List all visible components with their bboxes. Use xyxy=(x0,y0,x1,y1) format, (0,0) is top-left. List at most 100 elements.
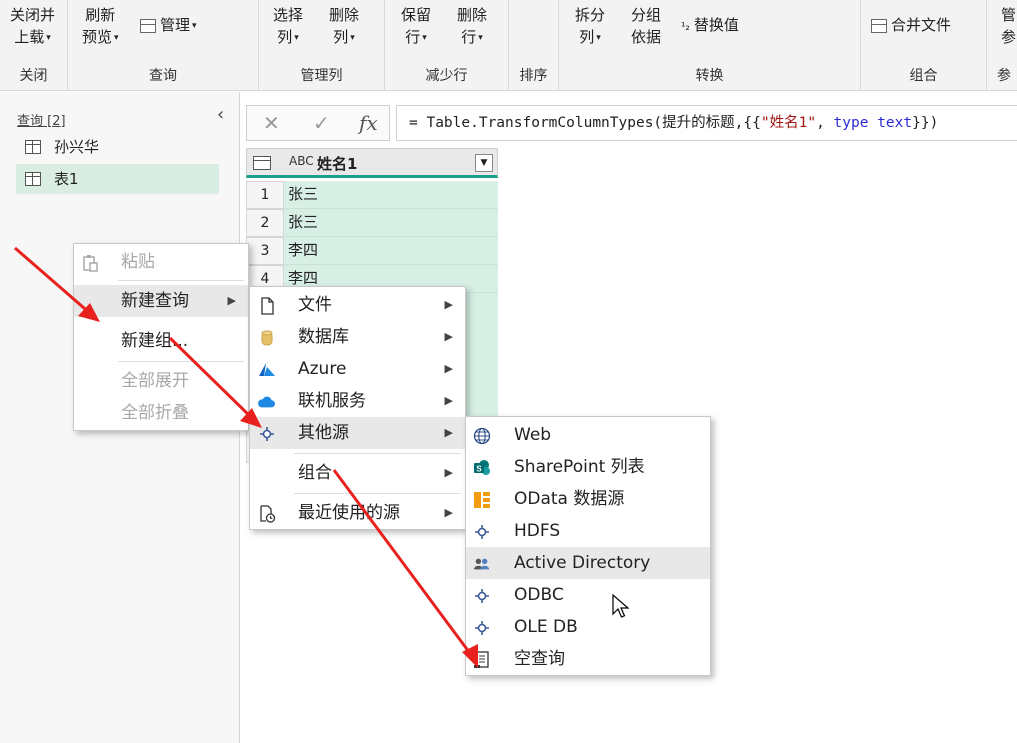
file-icon xyxy=(261,297,274,315)
refresh-preview-button[interactable]: 刷新 预览 ▾ xyxy=(82,4,119,49)
menu-item-label: 新建查询 xyxy=(121,291,189,311)
close-and-load-button[interactable]: 关闭并 上载 ▾ xyxy=(10,4,55,49)
collapse-pane-icon[interactable]: ‹ xyxy=(217,104,224,125)
group-by-button[interactable]: 分组 依据 xyxy=(631,4,661,48)
mouse-cursor-icon xyxy=(612,594,630,618)
manage-button[interactable]: 管理 ▾ xyxy=(140,14,197,37)
formula-prefix: = Table.TransformColumnTypes(提升的标题,{{ xyxy=(409,115,761,131)
keep-rows-button[interactable]: 保留 行 ▾ xyxy=(401,4,431,49)
chevron-down-icon: ▾ xyxy=(294,32,299,43)
confirm-icon[interactable]: ✓ xyxy=(313,111,330,135)
menu-item-oledb[interactable]: OLE DB xyxy=(466,611,710,643)
paste-icon xyxy=(83,255,98,272)
menu-item-expand-all[interactable]: 全部展开 xyxy=(74,365,248,397)
cancel-icon[interactable]: ✕ xyxy=(263,111,280,135)
menu-item-label: SharePoint 列表 xyxy=(514,457,645,477)
formula-bar: ✕ ✓ fx = Table.TransformColumnTypes(提升的标… xyxy=(246,105,1017,141)
menu-item-hdfs[interactable]: HDFS xyxy=(466,515,710,547)
formula-type: text xyxy=(877,115,913,131)
connector-icon xyxy=(475,589,489,603)
menu-item-paste[interactable]: 粘贴 xyxy=(74,246,248,278)
menu-item-active-directory[interactable]: Active Directory xyxy=(466,547,710,579)
manage-parameters-button[interactable]: 管 参 xyxy=(1001,4,1016,48)
menu-item-label: 粘贴 xyxy=(121,252,155,272)
remove-rows-button[interactable]: 删除 行 ▾ xyxy=(457,4,487,49)
cell-value[interactable]: 李四 xyxy=(284,237,498,265)
menu-item-label: OData 数据源 xyxy=(514,489,625,509)
menu-item-web[interactable]: Web xyxy=(466,419,710,451)
database-icon xyxy=(261,330,273,346)
filter-dropdown-icon[interactable]: ▼ xyxy=(475,154,493,172)
group-label-query: 查询 xyxy=(149,68,177,84)
menu-item-label: 数据库 xyxy=(298,327,349,347)
cell-value[interactable]: 张三 xyxy=(284,209,498,237)
remove-columns-button[interactable]: 删除 列 ▾ xyxy=(329,4,359,49)
formula-buttons: ✕ ✓ fx xyxy=(246,105,390,141)
split-column-button[interactable]: 拆分 列 ▾ xyxy=(575,4,605,49)
menu-separator xyxy=(118,280,244,281)
row-number: 3 xyxy=(246,237,284,265)
menu-item-combine[interactable]: 组合 ▶ xyxy=(250,457,465,489)
combine-files-icon xyxy=(871,18,887,33)
cell-value[interactable]: 张三 xyxy=(284,181,498,209)
formula-input[interactable]: = Table.TransformColumnTypes(提升的标题,{{"姓名… xyxy=(396,105,1017,141)
table-icon xyxy=(25,172,41,186)
refresh-line2: 预览 xyxy=(82,28,113,46)
menu-separator xyxy=(294,453,461,454)
close-load-line1: 关闭并 xyxy=(10,6,56,24)
remove-row-line1: 删除 xyxy=(457,6,488,24)
column-header[interactable]: ABC 姓名1 ▼ xyxy=(246,148,498,178)
ribbon: 关闭并 上载 ▾ 关闭 刷新 预览 ▾ 管理 ▾ 查询 选择 列 ▾ 删除 列 ▾ 管理列… xyxy=(0,0,1017,91)
ribbon-group-manage-columns: 选择 列 ▾ 删除 列 ▾ 管理列 xyxy=(259,0,385,91)
close-load-line2: 上载 xyxy=(14,28,45,46)
chevron-down-icon: ▾ xyxy=(596,32,601,43)
chevron-right-icon: ▶ xyxy=(444,298,453,311)
group-label-transform: 转换 xyxy=(695,68,724,84)
connector-icon xyxy=(475,621,489,635)
table-menu-icon[interactable] xyxy=(253,156,271,170)
choose-line2: 列 xyxy=(277,28,293,46)
ribbon-group-combine: 合并文件 组合 xyxy=(861,0,987,91)
menu-item-database[interactable]: 数据库 ▶ xyxy=(250,321,465,353)
choose-columns-button[interactable]: 选择 列 ▾ xyxy=(273,4,303,49)
menu-item-blank-query[interactable]: 空查询 xyxy=(466,643,710,675)
fx-icon[interactable]: fx xyxy=(359,111,378,135)
table-row: 2 张三 xyxy=(246,209,498,237)
azure-icon xyxy=(259,363,275,376)
row-number: 1 xyxy=(246,181,284,209)
keep-line2: 行 xyxy=(405,28,421,46)
menu-item-new-query[interactable]: 新建查询 ▶ xyxy=(74,285,248,317)
ribbon-group-reduce-rows: 保留 行 ▾ 删除 行 ▾ 减少行 xyxy=(385,0,509,91)
query-item-selected[interactable]: 表1 xyxy=(16,164,219,194)
split-line1: 拆分 xyxy=(575,6,606,24)
text-type-icon[interactable]: ABC xyxy=(289,154,314,168)
replace-values-button[interactable]: ¹₂ 替换值 xyxy=(681,14,739,38)
query-item-label: 表1 xyxy=(54,170,79,188)
menu-item-online-services[interactable]: 联机服务 ▶ xyxy=(250,385,465,417)
query-item[interactable]: 孙兴华 xyxy=(16,132,219,162)
queries-header[interactable]: 查询 [2] xyxy=(17,110,66,129)
menu-item-odata[interactable]: OData 数据源 xyxy=(466,483,710,515)
odata-icon xyxy=(474,492,490,508)
menu-item-label: 联机服务 xyxy=(298,391,366,411)
menu-item-label: Web xyxy=(514,425,552,445)
menu-item-recent-sources[interactable]: 最近使用的源 ▶ xyxy=(250,497,465,529)
chevron-right-icon: ▶ xyxy=(444,394,453,407)
chevron-down-icon: ▾ xyxy=(114,32,119,43)
menu-item-label: Active Directory xyxy=(514,553,651,573)
menu-item-label: 文件 xyxy=(298,295,332,315)
combine-files-button[interactable]: 合并文件 xyxy=(871,14,951,36)
menu-item-azure[interactable]: Azure ▶ xyxy=(250,353,465,385)
menu-item-odbc[interactable]: ODBC xyxy=(466,579,710,611)
ribbon-group-parameters: 管 参 参 xyxy=(987,0,1017,91)
menu-item-other-sources[interactable]: 其他源 ▶ xyxy=(250,417,465,449)
menu-item-file[interactable]: 文件 ▶ xyxy=(250,289,465,321)
remove-col-line2: 列 xyxy=(333,28,349,46)
menu-item-new-group[interactable]: 新建组... xyxy=(74,325,248,357)
formula-suffix: }}) xyxy=(912,115,939,131)
menu-item-sharepoint[interactable]: S SharePoint 列表 xyxy=(466,451,710,483)
table-row: 3 李四 xyxy=(246,237,498,265)
row-number: 2 xyxy=(246,209,284,237)
menu-item-collapse-all[interactable]: 全部折叠 xyxy=(74,397,248,429)
chevron-right-icon: ▶ xyxy=(444,506,453,519)
